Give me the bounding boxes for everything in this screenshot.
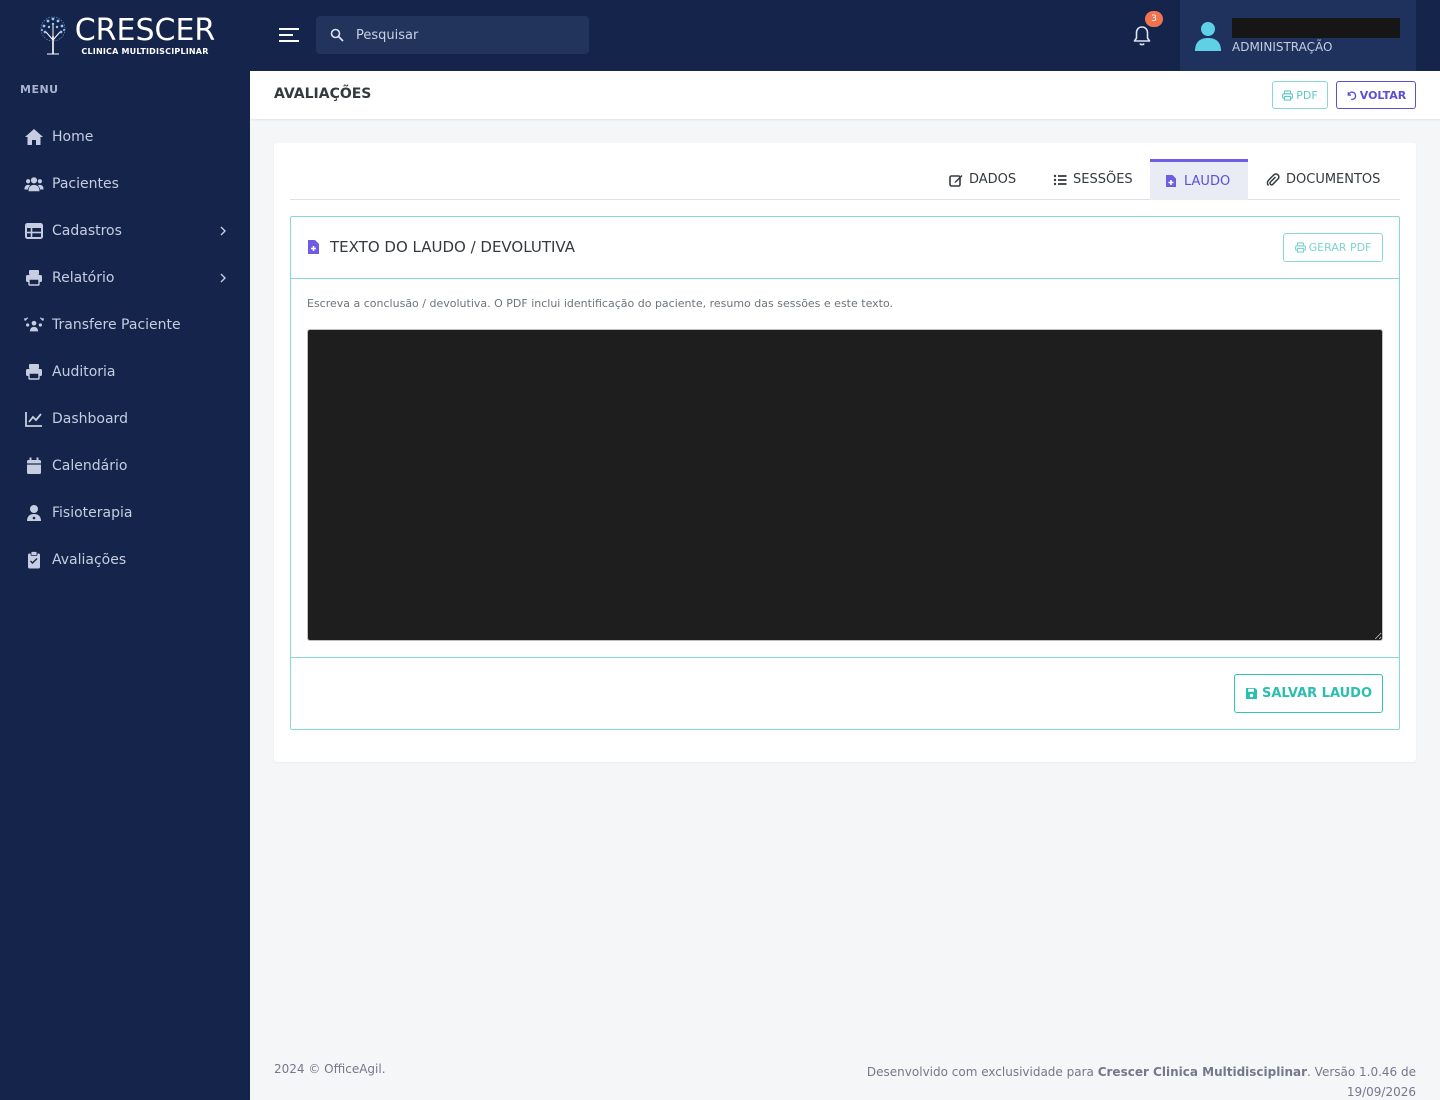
save-icon	[1245, 688, 1257, 699]
tree-logo-icon	[40, 16, 66, 54]
laudo-panel-footer: SALVAR LAUDO	[291, 657, 1399, 729]
sidebar-item-label: Calendário	[52, 457, 128, 474]
brand-name: CRESCER	[74, 12, 216, 48]
generate-pdf-button[interactable]: GERAR PDF	[1283, 233, 1383, 262]
pdf-button[interactable]: PDF	[1272, 81, 1328, 109]
sidebar-item-label: Home	[52, 128, 94, 145]
chevron-right-icon	[220, 226, 226, 235]
brand-subtitle: CLINICA MULTIDISCIPLINAR	[81, 46, 209, 56]
sidebar-item-dashboard[interactable]: Dashboard	[0, 395, 250, 442]
tab-label: SESSÕES	[1073, 172, 1133, 187]
search-icon	[330, 28, 344, 42]
laudo-textarea[interactable]	[307, 329, 1383, 641]
save-laudo-button[interactable]: SALVAR LAUDO	[1234, 674, 1383, 713]
table-icon	[24, 221, 44, 241]
notification-badge: 3	[1145, 11, 1163, 27]
copyright-text: 2024 © OfficeAgil.	[274, 1062, 386, 1076]
menu-toggle-icon[interactable]	[278, 24, 300, 46]
sidebar-item-pacientes[interactable]: Pacientes	[0, 160, 250, 207]
tab-label: LAUDO	[1184, 173, 1231, 189]
developed-prefix: Desenvolvido com exclusividade para	[866, 1065, 1098, 1079]
sidebar-item-transfere-paciente[interactable]: Transfere Paciente	[0, 301, 250, 348]
tab-label: DADOS	[969, 172, 1017, 187]
calendar-icon	[24, 456, 44, 476]
sidebar: CRESCER CLINICA MULTIDISCIPLINAR MENU Ho…	[0, 0, 250, 1100]
tab-bar: DADOS SESSÕES LAUDO DOCUMENTOS	[290, 159, 1400, 200]
laudo-hint: Escreva a conclusão / devolutiva. O PDF …	[307, 297, 893, 310]
sidebar-item-home[interactable]: Home	[0, 113, 250, 160]
brand-logo[interactable]: CRESCER CLINICA MULTIDISCIPLINAR	[0, 0, 250, 71]
pdf-button-label: PDF	[1296, 88, 1318, 102]
sidebar-item-avaliacoes[interactable]: Avaliações	[0, 536, 250, 583]
edit-icon	[949, 174, 963, 187]
sidebar-item-calendario[interactable]: Calendário	[0, 442, 250, 489]
tab-sessoes[interactable]: SESSÕES	[1039, 159, 1147, 200]
save-laudo-label: SALVAR LAUDO	[1261, 686, 1373, 701]
chevron-right-icon	[220, 273, 226, 282]
sidebar-item-relatorio[interactable]: Relatório	[0, 254, 250, 301]
sidebar-item-fisioterapia[interactable]: Fisioterapia	[0, 489, 250, 536]
paperclip-icon	[1266, 172, 1280, 186]
user-role: ADMINISTRAÇÃO	[1232, 39, 1333, 54]
sidebar-item-label: Relatório	[52, 269, 115, 286]
people-transfer-icon	[24, 315, 44, 335]
sidebar-item-cadastros[interactable]: Cadastros	[0, 207, 250, 254]
generate-pdf-label: GERAR PDF	[1308, 241, 1372, 254]
evaluation-card: DADOS SESSÕES LAUDO DOCUMENTOS TEXTO DO …	[274, 143, 1416, 762]
back-button-label: VOLTAR	[1359, 88, 1407, 102]
user-name-redacted	[1232, 17, 1400, 38]
clipboard-icon	[24, 550, 44, 570]
printer-icon	[1294, 242, 1306, 253]
bell-icon[interactable]	[1130, 24, 1154, 48]
chart-line-icon	[24, 409, 44, 429]
printer-icon	[24, 362, 44, 382]
menu-title: MENU	[20, 83, 59, 96]
footer: 2024 © OfficeAgil. Desenvolvido com excl…	[250, 1040, 1440, 1100]
list-icon	[1053, 174, 1067, 185]
back-button[interactable]: VOLTAR	[1336, 81, 1416, 109]
tab-laudo[interactable]: LAUDO	[1150, 159, 1248, 200]
tab-label: DOCUMENTOS	[1286, 172, 1381, 187]
search-box	[316, 16, 589, 54]
file-medical-icon	[308, 240, 319, 254]
tab-dados[interactable]: DADOS	[935, 159, 1030, 200]
users-icon	[24, 174, 44, 194]
developer-credit: Desenvolvido com exclusividade para Cres…	[856, 1062, 1416, 1100]
user-menu[interactable]: ADMINISTRAÇÃO	[1180, 0, 1416, 71]
user-doctor-icon	[24, 503, 44, 523]
search-input[interactable]	[356, 27, 576, 43]
undo-icon	[1347, 90, 1357, 100]
sidebar-item-label: Avaliações	[52, 551, 127, 568]
sidebar-item-label: Dashboard	[52, 410, 128, 427]
sidebar-item-label: Fisioterapia	[52, 504, 133, 521]
sidebar-item-label: Transfere Paciente	[52, 316, 181, 333]
sidebar-item-auditoria[interactable]: Auditoria	[0, 348, 250, 395]
sidebar-menu: Home Pacientes Cadastros Relatório Trans…	[0, 113, 250, 583]
user-avatar-icon	[1195, 21, 1221, 51]
tab-documentos[interactable]: DOCUMENTOS	[1252, 159, 1394, 200]
developed-for: Crescer Clinica Multidisciplinar	[1097, 1065, 1308, 1079]
page-header: AVALIAÇÕES PDF VOLTAR	[250, 71, 1440, 119]
page-title: AVALIAÇÕES	[274, 86, 372, 102]
version-text: . Versão 1.0.46 de 19/09/2026	[1307, 1065, 1416, 1099]
file-medical-icon	[1166, 175, 1176, 187]
laudo-panel-title: TEXTO DO LAUDO / DEVOLUTIVA	[330, 238, 575, 256]
printer-icon	[1282, 89, 1294, 101]
printer-icon	[24, 268, 44, 288]
topbar: 3 ADMINISTRAÇÃO	[250, 0, 1440, 71]
sidebar-item-label: Pacientes	[52, 175, 119, 192]
home-icon	[24, 127, 44, 147]
laudo-panel-header: TEXTO DO LAUDO / DEVOLUTIVA GERAR PDF	[291, 217, 1399, 279]
sidebar-item-label: Auditoria	[52, 363, 116, 380]
sidebar-item-label: Cadastros	[52, 222, 122, 239]
laudo-panel: TEXTO DO LAUDO / DEVOLUTIVA GERAR PDF Es…	[290, 216, 1400, 730]
